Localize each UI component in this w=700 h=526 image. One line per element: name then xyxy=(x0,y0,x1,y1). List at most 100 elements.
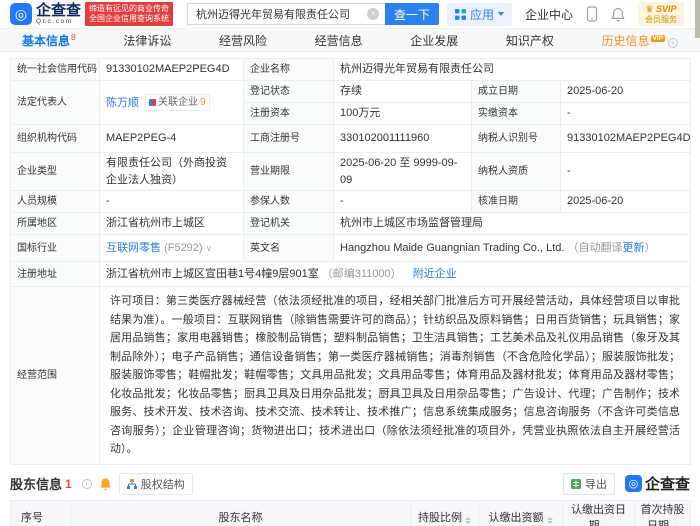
org-chart-icon xyxy=(126,478,137,489)
region-value: 浙江省杭州市上城区 xyxy=(99,212,244,235)
biz-term-label: 营业期限 xyxy=(243,152,334,191)
svip-label: SVIP xyxy=(656,4,677,15)
reg-status-label: 登记状态 xyxy=(243,80,334,103)
company-name-value: 杭州迈得光年贸易有限责任公司 xyxy=(332,58,692,81)
qcc-logo[interactable]: ◎ 企查查 Qcc.com xyxy=(10,1,82,26)
svip-sublabel: 会员服务 xyxy=(645,14,677,24)
legal-rep-value: 陈万顺 关联企业 9 xyxy=(99,80,244,125)
company-type-label: 企业类型 xyxy=(10,152,100,191)
reg-status-value: 存续 xyxy=(333,80,472,103)
shareholders-section: 股东信息 1 i 股权结构 导出 ◎ 企查查 序号 股东名称 持股比例 认缴出资… xyxy=(0,472,700,526)
tab-bar: 基本信息8 法律诉讼 经营风险 经营信息 企业发展 知识产权 历史信息 VIPi xyxy=(0,28,700,52)
col-ratio[interactable]: 持股比例 xyxy=(410,499,479,526)
monitor-bell-icon[interactable] xyxy=(99,477,112,491)
auto-translate-note: （自动翻译 xyxy=(567,241,623,254)
svip-badge[interactable]: ♛ SVIP 会员服务 xyxy=(638,2,684,26)
industry-value: 互联网零售 (F5292) ∨ xyxy=(99,234,244,262)
related-companies-badge[interactable]: 关联企业 9 xyxy=(145,93,210,111)
logo-text: 企查查 xyxy=(36,1,82,19)
search-bar: ✕ 查一下 xyxy=(187,3,440,25)
search-button[interactable]: 查一下 xyxy=(385,3,440,25)
col-shareholder-name: 股东名称 xyxy=(70,499,411,526)
side-widget-sliver xyxy=(695,0,700,38)
export-button[interactable]: 导出 xyxy=(562,472,615,495)
biz-term-value: 2025-06-20 至 9999-09-09 xyxy=(333,152,472,191)
sort-icon[interactable] xyxy=(546,516,553,524)
industry-label: 国标行业 xyxy=(10,234,100,262)
update-translation-link[interactable]: 更新 xyxy=(623,242,645,254)
clear-search-icon[interactable]: ✕ xyxy=(367,8,380,20)
biz-reg-no-value: 330102001111960 xyxy=(333,124,472,153)
approval-date-label: 核准日期 xyxy=(471,190,561,213)
insured-count-label: 参保人数 xyxy=(243,190,334,213)
col-first-date[interactable]: 首次持股日期 xyxy=(634,499,691,526)
mobile-app-icon[interactable] xyxy=(586,6,598,22)
chevron-down-icon xyxy=(497,12,504,16)
search-input[interactable] xyxy=(187,3,386,25)
staff-size-label: 人员规模 xyxy=(10,190,100,213)
tab-operation-info[interactable]: 经营信息 xyxy=(315,32,363,49)
paid-capital-value: - xyxy=(559,102,692,125)
reg-address-label: 注册地址 xyxy=(10,261,100,287)
org-code-label: 组织机构代码 xyxy=(10,124,100,153)
excel-export-icon xyxy=(570,478,581,489)
tab-company-development[interactable]: 企业发展 xyxy=(410,32,458,49)
tab-count-badge: 8 xyxy=(71,31,76,42)
tab-intellectual-property[interactable]: 知识产权 xyxy=(506,32,554,49)
header-nav: 应用 企业中心 ♛ SVIP 会员服务 xyxy=(446,2,700,26)
company-type-value: 有限责任公司（外商投资企业法人独资） xyxy=(99,152,244,191)
industry-expand-icon[interactable]: ∨ xyxy=(206,243,213,253)
sort-icon[interactable] xyxy=(465,516,471,524)
taxpayer-id-value: 91330102MAEP2PEG4D xyxy=(559,124,692,153)
reg-address-value: 浙江省杭州市上城区宣田巷1号4幢9层901室 （邮编311000） 附近企业 xyxy=(98,261,692,287)
shareholders-table: 序号 股东名称 持股比例 认缴出资额 认缴出资日期 首次持股日期 - 迈得顺 浙… xyxy=(10,499,691,526)
top-header: ◎ 企查查 Qcc.com 缔造有远见的商业传奇 全国企业信用查询系统 ✕ 查一… xyxy=(0,0,700,38)
industry-code: (F5292) xyxy=(164,241,203,254)
col-seq: 序号 xyxy=(10,499,71,526)
postcode: （邮编311000） xyxy=(321,267,402,280)
slogan-badge: 缔造有远见的商业传奇 全国企业信用查询系统 xyxy=(85,1,174,27)
taxpayer-id-label: 纳税人识别号 xyxy=(471,124,561,153)
paid-capital-label: 实缴资本 xyxy=(471,102,561,125)
grid-icon xyxy=(454,8,466,20)
legal-rep-label: 法定代表人 xyxy=(10,80,100,125)
equity-structure-button[interactable]: 股权结构 xyxy=(118,472,193,495)
slogan-line2: 全国企业信用查询系统 xyxy=(89,14,170,23)
legal-rep-link[interactable]: 陈万顺 xyxy=(106,97,139,109)
region-label: 所属地区 xyxy=(10,212,100,235)
enterprise-center-link[interactable]: 企业中心 xyxy=(525,6,573,23)
notification-bell-icon[interactable] xyxy=(611,7,625,22)
english-name-label: 英文名 xyxy=(243,234,334,262)
shareholders-title: 股东信息 xyxy=(10,477,63,492)
slogan-line1: 缔造有远见的商业传奇 xyxy=(89,3,170,13)
info-icon: i xyxy=(667,37,678,48)
related-companies-icon xyxy=(149,98,156,106)
col-amount[interactable]: 认缴出资额 xyxy=(478,499,563,526)
establish-date-value: 2025-06-20 xyxy=(559,80,692,103)
tab-legal-litigation[interactable]: 法律诉讼 xyxy=(123,32,171,49)
reg-authority-label: 登记机关 xyxy=(243,212,334,235)
tab-operation-risk[interactable]: 经营风险 xyxy=(219,32,267,49)
usci-label: 统一社会信用代码 xyxy=(10,58,100,81)
reg-authority-value: 杭州市上城区市场监督管理局 xyxy=(332,212,692,235)
usci-value: 91330102MAEP2PEG4D xyxy=(99,58,244,81)
nearby-companies-link[interactable]: 附近企业 xyxy=(413,268,457,280)
tab-basic-info[interactable]: 基本信息8 xyxy=(22,32,76,49)
tab-history-info[interactable]: 历史信息 VIPi xyxy=(601,32,678,49)
company-name-label: 企业名称 xyxy=(243,58,334,81)
shareholders-count: 1 xyxy=(65,476,72,491)
vip-tag: VIP xyxy=(650,34,665,42)
qcc-watermark-icon: ◎ xyxy=(624,475,642,492)
col-sub-date[interactable]: 认缴出资日期 xyxy=(562,499,635,526)
insured-count-value: - xyxy=(333,190,472,213)
logo-subtext: Qcc.com xyxy=(36,18,73,26)
apps-menu[interactable]: 应用 xyxy=(446,2,512,26)
basic-info-table: 统一社会信用代码 91330102MAEP2PEG4D 企业名称 杭州迈得光年贸… xyxy=(10,58,692,465)
biz-scope-value: 许可项目：第三类医疗器械经营（依法须经批准的项目，经相关部门批准后方可开展经营活… xyxy=(98,286,692,465)
taxpayer-qual-label: 纳税人资质 xyxy=(471,152,561,191)
establish-date-label: 成立日期 xyxy=(471,80,561,103)
industry-link[interactable]: 互联网零售 xyxy=(106,242,161,254)
crown-icon: ♛ xyxy=(645,4,654,15)
apps-label: 应用 xyxy=(469,7,494,22)
org-code-value: MAEP2PEG-4 xyxy=(99,124,244,153)
